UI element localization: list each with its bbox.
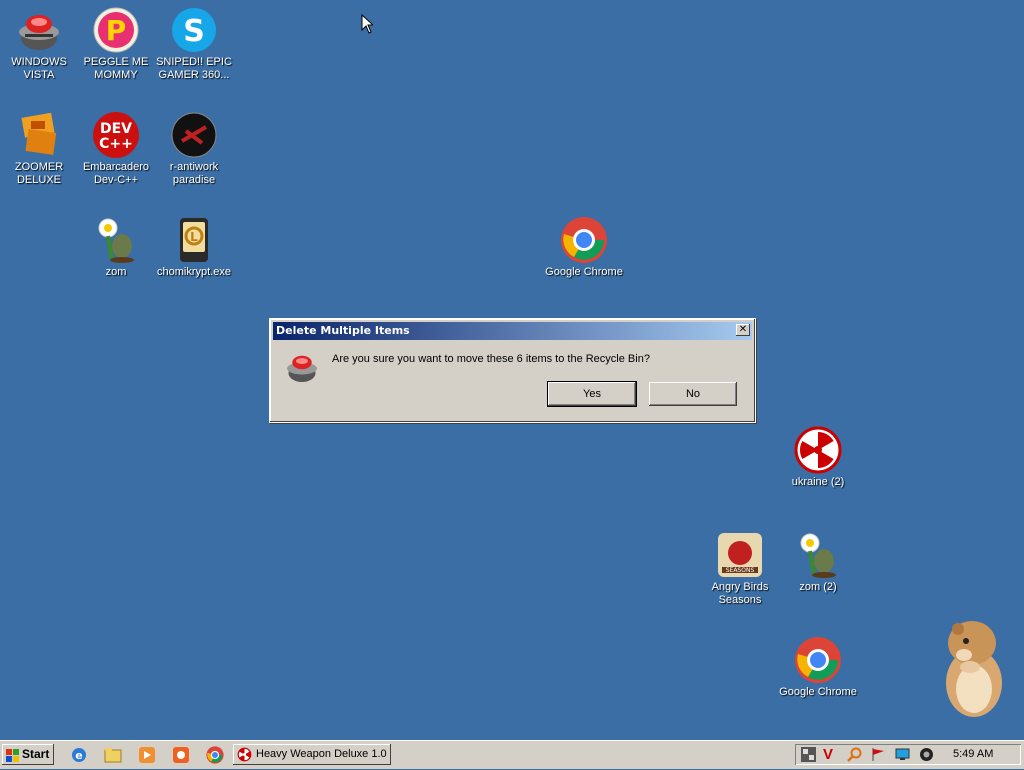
tray-speaker-icon[interactable]	[919, 747, 934, 765]
svg-text:L: L	[190, 230, 198, 244]
chrome-icon	[794, 636, 842, 684]
devcpp-icon: DEV C++	[92, 111, 140, 159]
desktop-icon-antiwork[interactable]: r-antiwork paradise	[155, 111, 233, 187]
desktop-icon-chrome-2[interactable]: Google Chrome	[779, 636, 857, 699]
start-button[interactable]: Start	[2, 744, 54, 765]
angry-birds-icon: SEASONS	[716, 531, 764, 579]
desktop-icon-zom-2[interactable]: zom (2)	[779, 531, 857, 594]
delete-confirm-dialog: Delete Multiple Items ✕ Are you sure you…	[269, 318, 756, 423]
plant-zombie-icon	[794, 531, 842, 579]
folder-icon[interactable]	[104, 746, 122, 764]
desktop-icon-label: Embarcadero Dev-C++	[82, 161, 150, 186]
desktop-icon-skype[interactable]: S SNIPED!! EPIC GAMER 360...	[155, 6, 233, 82]
desktop-icon-label: PEGGLE ME MOMMY	[83, 56, 149, 81]
zoomer-icon	[15, 111, 63, 159]
dialog-titlebar[interactable]: Delete Multiple Items ✕	[273, 322, 752, 340]
desktop-icon-label: WINDOWS VISTA	[11, 56, 67, 81]
desktop-icon-label: Google Chrome	[545, 266, 623, 278]
tray-grid-icon[interactable]	[801, 747, 816, 765]
taskbar-window-button[interactable]: Heavy Weapon Deluxe 1.0	[233, 744, 391, 765]
desktop-icon-label: chomikrypt.exe	[157, 266, 231, 278]
chrome-icon	[560, 216, 608, 264]
radiation-icon	[794, 426, 842, 474]
desktop-icon-label: r-antiwork paradise	[169, 161, 219, 186]
plant-zombie-icon	[92, 216, 140, 264]
peggle-icon: P	[92, 6, 140, 54]
desktop-icon-peggle[interactable]: P PEGGLE ME MOMMY	[77, 6, 155, 82]
desktop-icon-label: SNIPED!! EPIC GAMER 360...	[156, 56, 232, 81]
chrome-icon[interactable]	[206, 746, 224, 764]
desktop-icon-chrome[interactable]: Google Chrome	[545, 216, 623, 279]
taskbar: Start e Heavy Weapon Deluxe 1.0 V 5:49 A…	[0, 740, 1024, 769]
desktop-icon-devcpp[interactable]: DEV C++ Embarcadero Dev-C++	[77, 111, 155, 187]
desktop-icon-label: ZOOMER DELUXE	[14, 161, 64, 186]
desktop-icon-label: Angry Birds Seasons	[711, 581, 769, 606]
taskbar-clock[interactable]: 5:49 AM	[953, 744, 993, 765]
svg-text:P: P	[106, 14, 127, 47]
desktop-icon-angry-birds[interactable]: SEASONS Angry Birds Seasons	[701, 531, 779, 607]
dialog-title: Delete Multiple Items	[276, 324, 410, 337]
internet-explorer-icon[interactable]: e	[70, 746, 88, 764]
desktop-icon-chomikrypt[interactable]: L chomikrypt.exe	[155, 216, 233, 279]
desktop-icon-windows-vista[interactable]: WINDOWS VISTA	[0, 6, 78, 82]
dialog-message: Are you sure you want to move these 6 it…	[332, 353, 650, 365]
heavy-weapon-icon	[15, 6, 63, 54]
no-button[interactable]: No	[649, 382, 737, 406]
desktop-icon-zoomer[interactable]: ZOOMER DELUXE	[0, 111, 78, 187]
start-label: Start	[22, 747, 50, 761]
system-tray: V 5:49 AM	[795, 744, 1021, 765]
svg-text:DEV: DEV	[100, 121, 132, 137]
tray-flag-icon[interactable]	[871, 747, 886, 765]
tray-search-icon[interactable]	[847, 747, 862, 765]
app-launcher-icon[interactable]	[172, 746, 190, 764]
svg-text:S: S	[183, 14, 205, 49]
desktop-icon-label: Google Chrome	[779, 686, 857, 698]
desktop-icon-label: zom (2)	[799, 581, 837, 593]
desktop-icon-label: ukraine (2)	[791, 476, 845, 488]
desktop-icon-label: zom	[105, 266, 127, 278]
radiation-icon	[237, 747, 252, 770]
tray-monitor-icon[interactable]	[895, 747, 910, 765]
skype-icon: S	[170, 6, 218, 54]
taskbar-window-label: Heavy Weapon Deluxe 1.0	[256, 748, 387, 760]
mouse-cursor-icon	[361, 13, 375, 37]
heavy-weapon-icon	[284, 349, 320, 385]
media-player-icon[interactable]	[138, 746, 156, 764]
chomikrypt-icon: L	[170, 216, 218, 264]
windows-flag-icon	[6, 748, 20, 762]
svg-text:C++: C++	[99, 136, 133, 152]
svg-text:e: e	[75, 749, 82, 762]
svg-text:SEASONS: SEASONS	[726, 567, 755, 574]
desktop-icon-ukraine[interactable]: ukraine (2)	[779, 426, 857, 489]
tray-v-icon[interactable]: V	[823, 745, 833, 764]
close-button[interactable]: ✕	[736, 324, 750, 336]
hamster-mascot	[936, 615, 1008, 720]
yes-button[interactable]: Yes	[547, 381, 637, 407]
desktop-icon-zom[interactable]: zom	[77, 216, 155, 279]
antiwork-icon	[170, 111, 218, 159]
